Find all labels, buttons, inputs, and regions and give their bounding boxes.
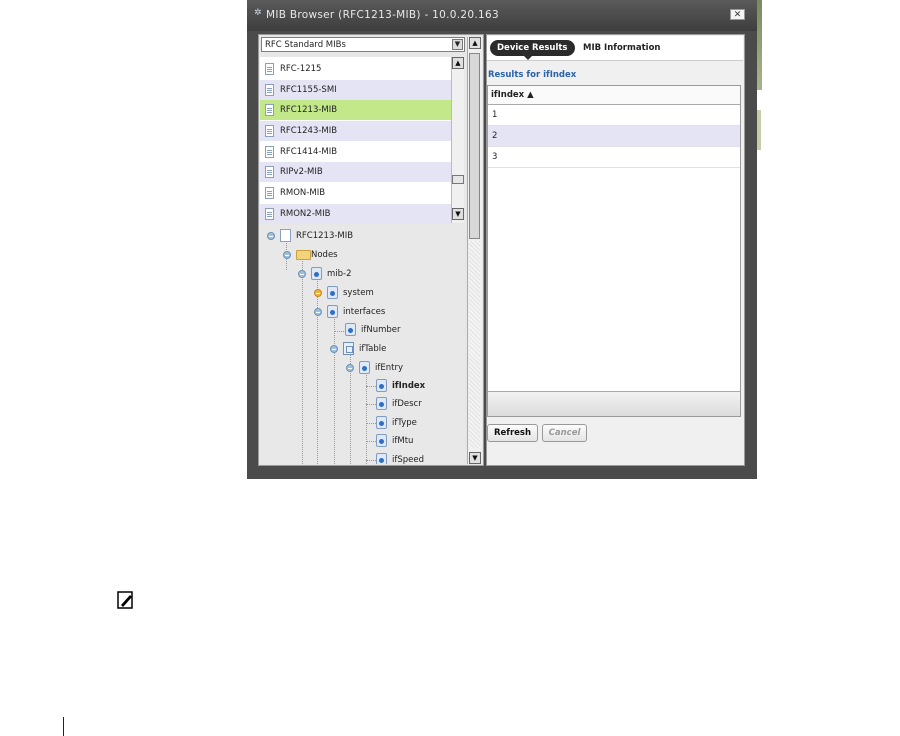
column-header-label: ifIndex ▲	[491, 90, 534, 100]
scroll-down-icon[interactable]: ▼	[452, 208, 464, 220]
background-window-edge	[757, 0, 762, 90]
leaf-node-icon	[376, 453, 387, 464]
mib-list-scrollbar[interactable]: ▲ ▼	[451, 57, 464, 223]
leaf-node-icon	[376, 434, 387, 447]
tree-node-label: ifDescr	[392, 399, 422, 409]
tree-node-label: ifSpeed	[392, 455, 424, 464]
document-icon	[265, 84, 274, 96]
mib-list-item-label: RFC1155-SMI	[280, 85, 337, 95]
mib-list-item-label: RFC-1215	[280, 64, 322, 74]
collapse-icon[interactable]	[283, 251, 291, 259]
document-icon	[265, 208, 274, 220]
tree-node-label: mib-2	[327, 269, 352, 279]
tree-node-label: system	[343, 288, 374, 298]
tab-bar: Device Results MIB Information	[487, 36, 743, 61]
refresh-button[interactable]: Refresh	[487, 424, 538, 442]
scroll-thumb[interactable]	[469, 53, 480, 239]
mib-group-select-value: RFC Standard MIBs	[265, 40, 346, 50]
tree-node-label: ifEntry	[375, 363, 403, 373]
mib-list-item[interactable]: RMON2-MIB	[260, 204, 451, 223]
table-row[interactable]: 2	[488, 126, 740, 147]
document-icon	[280, 229, 291, 242]
mib-list-item[interactable]: RFC1243-MIB	[260, 121, 451, 141]
leaf-node-icon	[359, 361, 370, 374]
background-window-edge	[757, 110, 761, 150]
leaf-node-icon	[345, 323, 356, 336]
leaf-node-icon	[311, 267, 322, 280]
table-cell: 2	[492, 131, 498, 141]
tree-node-label: ifNumber	[361, 325, 401, 335]
tree-node-label: interfaces	[343, 307, 386, 317]
scroll-down-icon[interactable]: ▼	[469, 452, 481, 464]
document-icon	[265, 104, 274, 116]
results-title: Results for ifIndex	[488, 70, 577, 80]
collapse-icon[interactable]	[314, 308, 322, 316]
dropdown-arrow-icon[interactable]: ▼	[452, 39, 463, 50]
table-icon	[343, 342, 354, 355]
navigator-scrollbar[interactable]: ▲ ▼	[467, 37, 482, 464]
scroll-up-icon[interactable]: ▲	[452, 57, 464, 69]
table-row[interactable]: 3	[488, 147, 740, 168]
mib-list-item-label: RMON-MIB	[280, 188, 326, 198]
leaf-node-icon	[376, 397, 387, 410]
leaf-node-icon	[327, 305, 338, 318]
scroll-up-icon[interactable]: ▲	[469, 37, 481, 49]
tab-device-results[interactable]: Device Results	[490, 40, 575, 60]
mib-list-item-label: RMON2-MIB	[280, 209, 331, 219]
document-icon	[265, 187, 274, 199]
mib-tree: RFC1213-MIB Nodes mib-2 system interface…	[260, 226, 464, 464]
mib-list-item[interactable]: RIPv2-MIB	[260, 162, 451, 182]
mib-list-item-label: RIPv2-MIB	[280, 167, 323, 177]
mib-list-item[interactable]: RFC-1215	[260, 59, 451, 79]
page-margin-rule	[63, 717, 64, 736]
collapse-icon[interactable]	[267, 232, 275, 240]
document-icon	[265, 166, 274, 178]
mib-list-item-label: RFC1243-MIB	[280, 126, 338, 136]
tree-node-label: Nodes	[311, 250, 338, 260]
collapse-icon[interactable]	[298, 270, 306, 278]
tree-node-label: ifType	[392, 418, 417, 428]
tree-node-label: RFC1213-MIB	[296, 231, 354, 241]
table-cell: 3	[492, 152, 498, 162]
mib-list-item-selected[interactable]: RFC1213-MIB	[260, 100, 451, 120]
scroll-thumb[interactable]	[452, 175, 464, 184]
title-bar[interactable]: ✲ MIB Browser (RFC1213-MIB) - 10.0.20.16…	[247, 0, 757, 31]
tree-node-label: ifIndex	[392, 381, 426, 391]
mib-list-item[interactable]: RMON-MIB	[260, 183, 451, 203]
collapse-icon[interactable]	[330, 345, 338, 353]
document-icon	[265, 146, 274, 158]
window-title: MIB Browser (RFC1213-MIB) - 10.0.20.163	[266, 9, 499, 21]
collapse-icon[interactable]	[346, 364, 354, 372]
leaf-node-icon	[327, 286, 338, 299]
table-cell: 1	[492, 110, 498, 120]
mib-list-item[interactable]: RFC1155-SMI	[260, 80, 451, 100]
document-icon	[265, 125, 274, 137]
column-header-ifindex[interactable]: ifIndex ▲	[488, 86, 740, 105]
table-footer	[488, 391, 740, 416]
scroll-track[interactable]	[469, 241, 480, 448]
tree-node-label: ifTable	[359, 344, 387, 354]
close-button[interactable]: ✕	[730, 9, 745, 20]
note-pencil-icon	[117, 591, 133, 609]
cancel-button[interactable]: Cancel	[542, 424, 587, 442]
document-icon	[265, 63, 274, 75]
expand-icon[interactable]	[314, 289, 322, 297]
folder-icon	[296, 250, 311, 260]
app-icon: ✲	[254, 8, 262, 18]
tab-mib-information[interactable]: MIB Information	[576, 40, 667, 56]
leaf-node-icon	[376, 416, 387, 429]
results-table: ifIndex ▲ 1 2 3	[487, 85, 741, 417]
mib-group-select[interactable]: RFC Standard MIBs ▼	[261, 37, 465, 52]
tree-node-label: ifMtu	[392, 436, 414, 446]
leaf-node-icon	[376, 379, 387, 392]
mib-list-item[interactable]: RFC1414-MIB	[260, 142, 451, 162]
mib-list: RFC-1215 RFC1155-SMI RFC1213-MIB RFC1243…	[260, 57, 451, 223]
table-row[interactable]: 1	[488, 105, 740, 126]
mib-list-item-label: RFC1213-MIB	[280, 105, 338, 115]
mib-list-item-label: RFC1414-MIB	[280, 147, 338, 157]
